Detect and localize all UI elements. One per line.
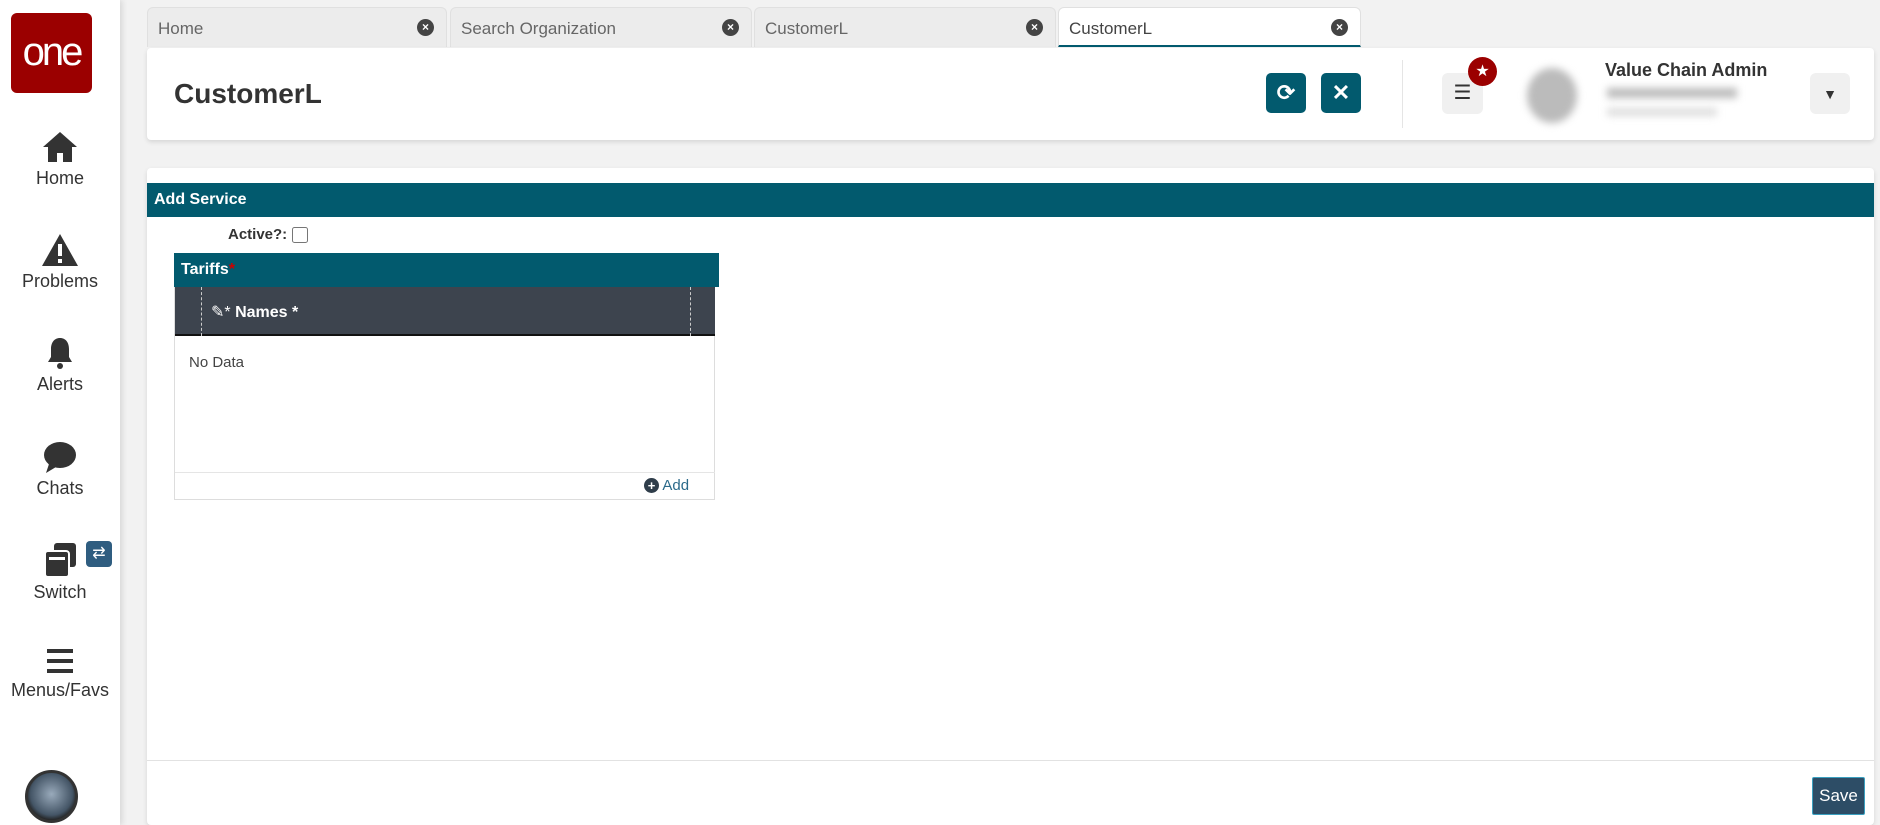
user-name-redacted [1607, 88, 1737, 98]
active-checkbox[interactable] [292, 227, 308, 243]
tab-label: Home [158, 19, 204, 38]
tab-search-organization[interactable]: Search Organization × [450, 7, 752, 47]
column-divider [201, 287, 202, 336]
required-mark: * [228, 261, 235, 278]
sidebar-item-home[interactable]: Home [0, 130, 120, 189]
column-resize-handle[interactable] [690, 287, 691, 336]
sidebar-item-label: Menus/Favs [10, 680, 110, 700]
tab-label: Search Organization [461, 19, 616, 38]
section-title: Add Service [154, 191, 247, 208]
sidebar: one Home Problems Alerts Chats Switch ⇄ … [0, 0, 120, 825]
footer-divider [147, 760, 1874, 761]
chevron-down-icon: ▼ [1823, 86, 1837, 102]
list-icon: ☰ [1453, 82, 1472, 104]
page-title: CustomerL [174, 78, 322, 109]
section-header-add-service: Add Service [147, 183, 1874, 217]
bell-icon [48, 338, 72, 369]
favorites-star-icon[interactable]: ★ [1468, 57, 1497, 86]
sidebar-item-label: Home [35, 168, 84, 188]
sidebar-item-menus-favs[interactable]: Menus/Favs [0, 646, 120, 701]
user-org-redacted [1607, 108, 1717, 116]
active-label: Active?: [228, 226, 288, 243]
sidebar-item-chats[interactable]: Chats [0, 440, 120, 499]
user-avatar [1527, 68, 1577, 123]
warning-icon [42, 234, 78, 266]
menu-icon [47, 649, 73, 673]
logo[interactable]: one [11, 13, 92, 93]
divider [175, 472, 715, 473]
sidebar-item-alerts[interactable]: Alerts [0, 336, 120, 395]
plus-circle-icon: + [644, 478, 659, 493]
tab-label: CustomerL [1069, 19, 1153, 38]
content-panel: Add Service Active?: Tariffs* ✎* Names *… [147, 168, 1874, 825]
tariffs-header: Tariffs* [174, 253, 719, 287]
switch-windows-icon [44, 543, 76, 578]
home-icon [43, 132, 77, 162]
assistant-avatar[interactable] [25, 770, 78, 823]
divider [1402, 60, 1403, 128]
sidebar-item-problems[interactable]: Problems [0, 233, 120, 292]
close-tab-icon[interactable]: × [417, 19, 434, 36]
tab-label: CustomerL [765, 19, 849, 38]
close-tab-icon[interactable]: × [1026, 19, 1043, 36]
close-tab-icon[interactable]: × [722, 19, 739, 36]
user-menu-dropdown[interactable]: ▼ [1810, 73, 1850, 114]
tab-customerl[interactable]: CustomerL × [754, 7, 1056, 47]
add-label: Add [662, 477, 690, 494]
tab-home[interactable]: Home × [147, 7, 447, 47]
close-button[interactable]: ✕ [1321, 73, 1361, 113]
close-icon: ✕ [1331, 80, 1351, 105]
sidebar-item-label: Problems [21, 271, 99, 291]
user-role: Value Chain Admin [1605, 60, 1768, 80]
column-header-names[interactable]: ✎* Names * [211, 302, 298, 322]
page-header: CustomerL ⟳ ✕ ☰ ★ Value Chain Admin ▼ [147, 48, 1874, 140]
add-row-button[interactable]: + Add [644, 477, 689, 494]
refresh-button[interactable]: ⟳ [1266, 73, 1306, 113]
tariffs-title: Tariffs [181, 261, 229, 278]
tariffs-grid: ✎* Names * No Data + Add [174, 287, 715, 500]
empty-message: No Data [189, 354, 245, 371]
switch-arrows-icon[interactable]: ⇄ [86, 541, 112, 567]
grid-header: ✎* Names * [175, 287, 715, 336]
sidebar-item-label: Alerts [36, 374, 83, 394]
sidebar-item-label: Switch [33, 582, 87, 602]
column-label: Names * [235, 304, 299, 321]
sidebar-item-label: Chats [36, 478, 84, 498]
chat-icon [44, 442, 76, 473]
save-button[interactable]: Save [1812, 777, 1865, 815]
close-tab-icon[interactable]: × [1331, 19, 1348, 36]
edit-icon: ✎* [211, 304, 231, 321]
tab-customerl-active[interactable]: CustomerL × [1058, 7, 1361, 47]
refresh-icon: ⟳ [1276, 80, 1296, 105]
